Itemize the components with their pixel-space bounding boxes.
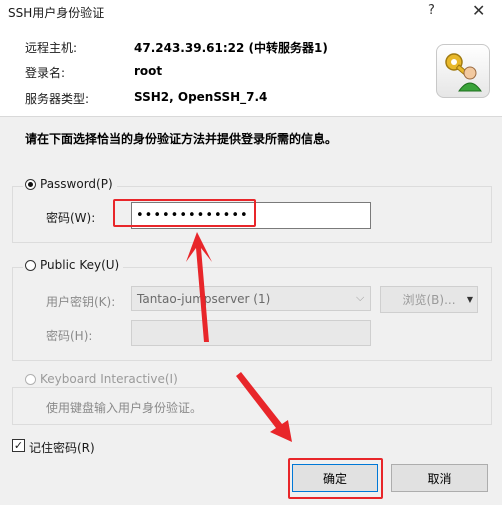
passphrase-label: 密码(H): — [46, 329, 93, 343]
public-key-radio-label: Public Key(U) — [40, 258, 120, 272]
server-type-value: SSH2, OpenSSH_7.4 — [134, 90, 268, 104]
header-separator — [0, 116, 502, 117]
instruction-text: 请在下面选择恰当的身份验证方法并提供登录所需的信息。 — [25, 132, 338, 146]
keyboard-interactive-radio-label: Keyboard Interactive(I) — [40, 372, 178, 386]
chevron-down-icon: ⌵ — [356, 291, 365, 304]
browse-button[interactable]: 浏览(B)... ▼ — [380, 286, 478, 313]
login-label: 登录名: — [25, 66, 66, 80]
password-highlight-box — [113, 199, 256, 227]
close-icon[interactable]: ✕ — [472, 1, 485, 20]
user-key-select[interactable]: Tantao-jumpserver (1) ⌵ — [131, 286, 371, 311]
public-key-radio-dot[interactable] — [25, 259, 36, 271]
keyboard-interactive-description: 使用键盘输入用户身份验证。 — [46, 401, 203, 415]
password-radio[interactable]: Password(P) — [23, 177, 117, 191]
passphrase-input[interactable] — [131, 320, 371, 346]
cancel-button-label: 取消 — [427, 471, 452, 486]
public-key-radio[interactable]: Public Key(U) — [23, 258, 124, 272]
login-value: root — [134, 64, 163, 78]
user-key-label: 用户密钥(K): — [46, 295, 116, 309]
user-key-value: Tantao-jumpserver (1) — [137, 292, 271, 306]
window-title: SSH用户身份验证 — [8, 6, 105, 20]
host-label: 远程主机: — [25, 41, 78, 55]
password-radio-label: Password(P) — [40, 177, 113, 191]
remember-password-label: 记住密码(R) — [29, 441, 95, 455]
dropdown-arrow-icon: ▼ — [466, 295, 473, 304]
password-field-label: 密码(W): — [46, 211, 96, 225]
public-key-group — [12, 267, 492, 361]
browse-button-label: 浏览(B)... — [402, 293, 456, 307]
cancel-button[interactable]: 取消 — [391, 464, 488, 492]
password-radio-dot[interactable] — [25, 178, 36, 190]
keys-user-icon — [436, 44, 490, 98]
host-value: 47.243.39.61:22 (中转服务器1) — [134, 41, 328, 55]
server-type-label: 服务器类型: — [25, 92, 90, 106]
keyboard-interactive-radio[interactable]: Keyboard Interactive(I) — [23, 372, 182, 386]
remember-password-checkbox[interactable]: ✓ — [12, 439, 25, 452]
ok-button-highlight-box — [288, 458, 383, 499]
help-icon[interactable]: ? — [428, 3, 435, 18]
keyboard-interactive-radio-dot[interactable] — [25, 373, 36, 385]
